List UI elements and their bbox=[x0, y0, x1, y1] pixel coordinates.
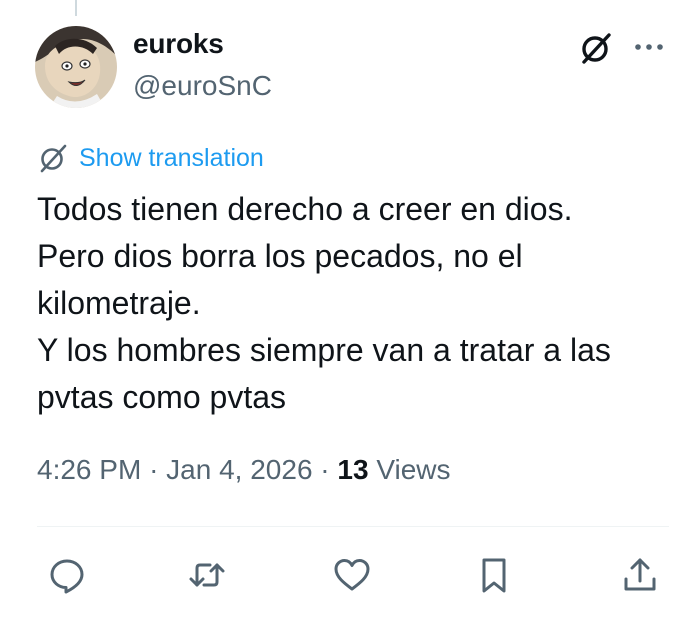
share-icon[interactable] bbox=[620, 555, 660, 595]
thread-connector-line bbox=[75, 0, 77, 16]
avatar-image bbox=[35, 26, 117, 108]
reply-icon[interactable] bbox=[47, 555, 87, 595]
views-label: Views bbox=[376, 454, 451, 485]
more-options-icon[interactable] bbox=[632, 32, 666, 62]
tweet-date[interactable]: Jan 4, 2026 bbox=[166, 454, 312, 485]
translate-icon bbox=[40, 144, 67, 173]
views-count: 13 bbox=[337, 454, 369, 485]
tweet-line: pvtas como pvtas bbox=[37, 379, 286, 415]
tweet-line: Pero dios borra los pecados, no el bbox=[37, 238, 523, 274]
tweet-text: Todos tienen derecho a creer en dios. Pe… bbox=[37, 186, 677, 421]
show-translation-button[interactable]: Show translation bbox=[37, 143, 264, 173]
avatar[interactable] bbox=[35, 26, 117, 108]
retweet-icon[interactable] bbox=[187, 555, 227, 595]
tweet-line: Y los hombres siempre van a tratar a las bbox=[37, 332, 611, 368]
user-handle[interactable]: @euroSnC bbox=[133, 70, 272, 102]
tweet-line: kilometraje. bbox=[37, 285, 201, 321]
show-translation-label: Show translation bbox=[79, 143, 264, 172]
tweet-time[interactable]: 4:26 PM bbox=[37, 454, 141, 485]
meta-separator: · bbox=[149, 454, 159, 485]
meta-separator: · bbox=[320, 454, 330, 485]
tweet-meta: 4:26 PM · Jan 4, 2026 · 13 Views bbox=[37, 454, 451, 486]
grok-icon[interactable] bbox=[578, 30, 614, 66]
like-icon[interactable] bbox=[332, 555, 372, 595]
tweet-line: Todos tienen derecho a creer en dios. bbox=[37, 191, 573, 227]
bookmark-icon[interactable] bbox=[474, 555, 514, 595]
divider bbox=[37, 526, 669, 527]
display-name[interactable]: euroks bbox=[133, 28, 224, 60]
